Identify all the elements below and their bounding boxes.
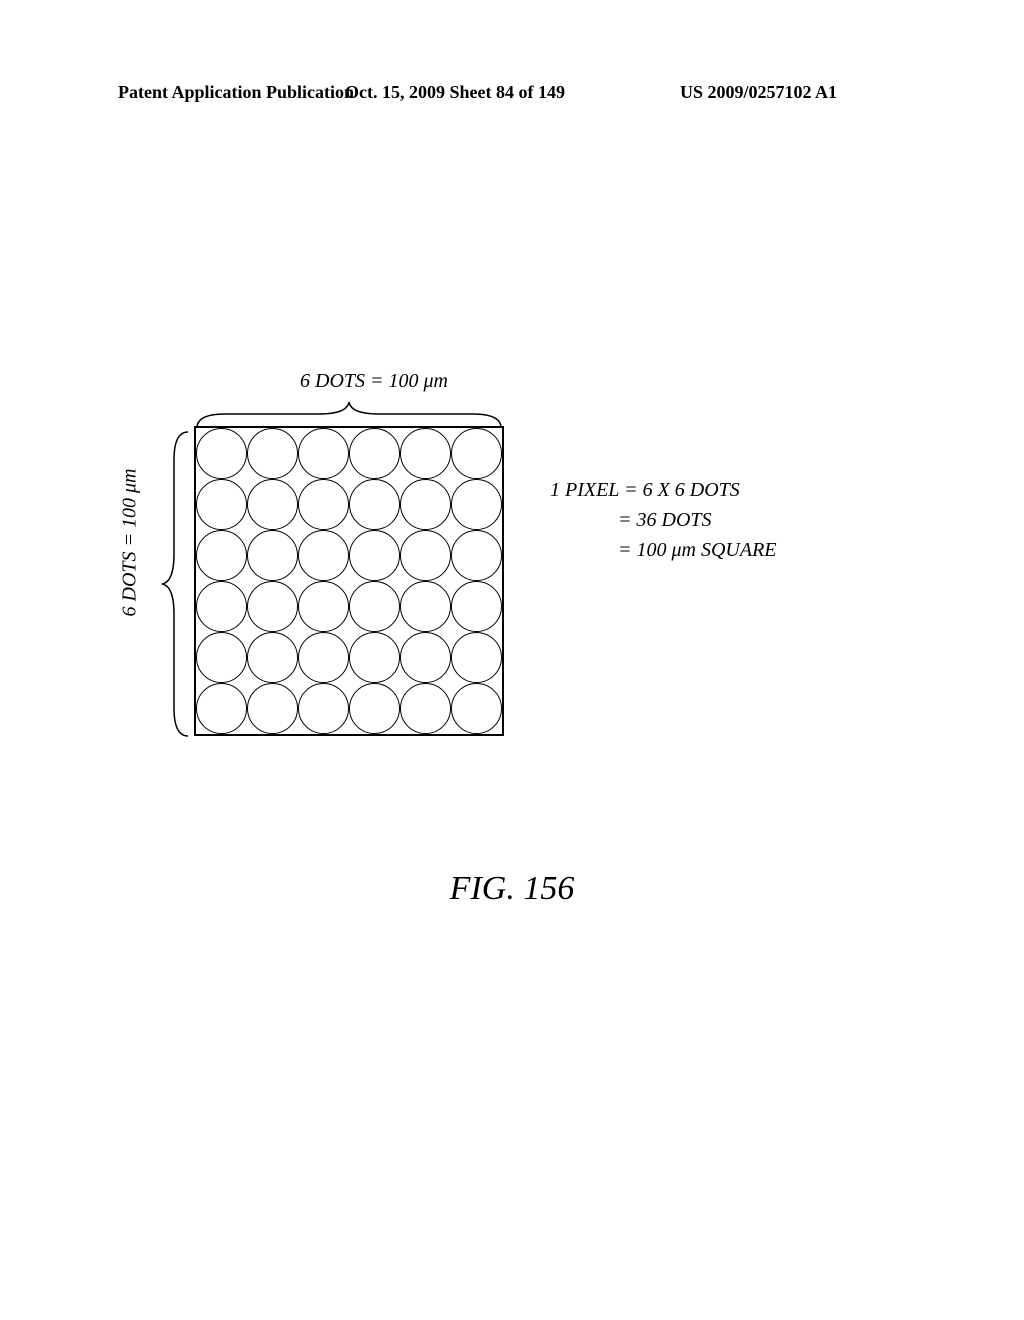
dot-icon: [298, 632, 349, 683]
dot-icon: [247, 632, 298, 683]
header-left: Patent Application Publication: [118, 82, 354, 103]
dot-row: [196, 581, 502, 632]
dot-icon: [196, 479, 247, 530]
dot-icon: [298, 581, 349, 632]
dot-icon: [196, 632, 247, 683]
dot-icon: [400, 479, 451, 530]
figure-caption: FIG. 156: [0, 870, 1024, 908]
pixel-dot-grid: [194, 426, 504, 736]
header-right: US 2009/0257102 A1: [680, 82, 837, 103]
left-dimension-label: 6 DOTS = 100 μm: [119, 469, 142, 617]
header-center: Oct. 15, 2009 Sheet 84 of 149: [345, 82, 565, 103]
dot-icon: [349, 428, 400, 479]
dot-row: [196, 683, 502, 734]
annotation-line-2: = 36 DOTS: [550, 505, 777, 535]
dot-icon: [247, 581, 298, 632]
dot-icon: [400, 632, 451, 683]
dot-icon: [298, 530, 349, 581]
dot-icon: [451, 632, 502, 683]
dot-icon: [451, 428, 502, 479]
dot-icon: [298, 479, 349, 530]
dot-row: [196, 530, 502, 581]
dot-icon: [196, 683, 247, 734]
left-brace-icon: [160, 430, 190, 738]
dot-icon: [298, 683, 349, 734]
dot-icon: [349, 632, 400, 683]
dot-icon: [400, 530, 451, 581]
dot-icon: [451, 530, 502, 581]
dot-icon: [400, 683, 451, 734]
dot-icon: [349, 683, 400, 734]
dot-icon: [400, 428, 451, 479]
top-dimension-label: 6 DOTS = 100 μm: [300, 370, 448, 393]
dot-icon: [196, 581, 247, 632]
dot-row: [196, 428, 502, 479]
dot-icon: [349, 581, 400, 632]
dot-row: [196, 479, 502, 530]
pixel-annotation: 1 PIXEL = 6 X 6 DOTS = 36 DOTS = 100 μm …: [550, 475, 777, 565]
dot-icon: [196, 530, 247, 581]
dot-icon: [247, 428, 298, 479]
dot-icon: [298, 428, 349, 479]
figure-container: 6 DOTS = 100 μm 6 DOTS = 100 μm 1 PIXEL …: [130, 370, 890, 870]
annotation-line-1: 1 PIXEL = 6 X 6 DOTS: [550, 475, 777, 505]
annotation-line-3: = 100 μm SQUARE: [550, 535, 777, 565]
dot-icon: [247, 479, 298, 530]
dot-icon: [349, 530, 400, 581]
dot-icon: [349, 479, 400, 530]
dot-icon: [400, 581, 451, 632]
dot-icon: [451, 581, 502, 632]
dot-icon: [451, 479, 502, 530]
dot-row: [196, 632, 502, 683]
dot-icon: [451, 683, 502, 734]
dot-icon: [247, 683, 298, 734]
dot-icon: [247, 530, 298, 581]
dot-icon: [196, 428, 247, 479]
